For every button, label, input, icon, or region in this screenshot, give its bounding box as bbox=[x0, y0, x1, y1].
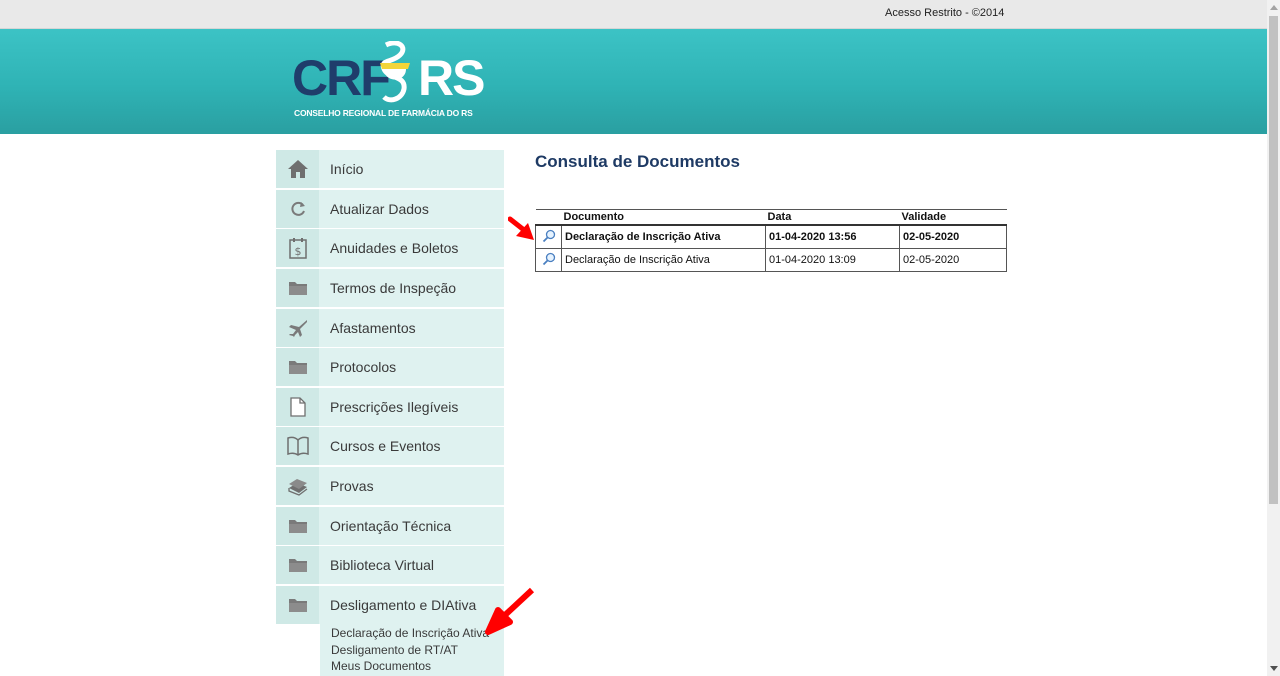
caduceus-icon bbox=[380, 41, 410, 103]
folder-icon bbox=[276, 268, 319, 307]
sidebar-item-cursos-eventos[interactable]: Cursos e Eventos bbox=[276, 427, 504, 466]
sidebar-item-label: Termos de Inspeção bbox=[330, 279, 457, 296]
refresh-icon bbox=[276, 189, 319, 228]
cell-data: 01-04-2020 13:09 bbox=[765, 248, 900, 272]
sidebar-item-label: Biblioteca Virtual bbox=[330, 557, 435, 574]
sidebar-item-termos-inspecao[interactable]: Termos de Inspeção bbox=[276, 268, 504, 307]
magnifier-icon[interactable] bbox=[542, 252, 556, 266]
red-arrow-annotation-table bbox=[508, 216, 534, 240]
submenu-link-meus-documentos[interactable]: Meus Documentos bbox=[331, 658, 504, 675]
home-icon bbox=[276, 150, 319, 188]
column-header-validade: Validade bbox=[899, 209, 1007, 225]
sidebar-item-inicio[interactable]: Início bbox=[276, 150, 504, 188]
column-header-data: Data bbox=[765, 209, 900, 225]
folder-icon bbox=[276, 586, 319, 625]
sidebar-item-anuidades-boletos[interactable]: $ Anuidades e Boletos bbox=[276, 229, 504, 268]
sidebar-menu: Início Atualizar Dados $ Anuidades e Bol… bbox=[276, 150, 504, 626]
folder-icon bbox=[276, 546, 319, 585]
documents-table: Documento Data Validade Declaração de In… bbox=[535, 209, 1007, 272]
submenu-link-declaracao-inscricao-ativa[interactable]: Declaração de Inscrição Ativa bbox=[331, 625, 504, 642]
scrollbar-thumb[interactable] bbox=[1269, 16, 1278, 504]
crf-rs-logo[interactable]: CRF RS CONSELHO REGIONAL DE FARMÁCIA DO … bbox=[290, 41, 485, 121]
sidebar-item-label: Provas bbox=[330, 478, 374, 495]
table-row[interactable]: Declaração de Inscrição Ativa 01-04-2020… bbox=[535, 224, 1007, 249]
scroll-up-icon[interactable] bbox=[1270, 5, 1278, 10]
folder-icon bbox=[276, 506, 319, 545]
sidebar-item-label: Atualizar Dados bbox=[330, 200, 429, 217]
svg-text:$: $ bbox=[294, 245, 301, 258]
calendar-dollar-icon: $ bbox=[276, 229, 319, 268]
sidebar-item-afastamentos[interactable]: Afastamentos bbox=[276, 308, 504, 347]
sidebar-item-prescricoes-ilegiveis[interactable]: Prescrições Ilegíveis bbox=[276, 387, 504, 426]
cell-validade: 02-05-2020 bbox=[899, 224, 1007, 249]
page-title: Consulta de Documentos bbox=[535, 152, 740, 171]
submenu-link-desligamento-rt-at[interactable]: Desligamento de RT/AT bbox=[331, 642, 504, 659]
view-document-cell[interactable] bbox=[535, 224, 562, 249]
sidebar-item-label: Protocolos bbox=[330, 359, 397, 376]
top-bar: Acesso Restrito - ©2014 bbox=[0, 0, 1267, 29]
cell-data: 01-04-2020 13:56 bbox=[765, 224, 900, 249]
document-icon bbox=[276, 387, 319, 426]
view-document-cell[interactable] bbox=[535, 248, 562, 272]
sidebar-item-provas[interactable]: Provas bbox=[276, 467, 504, 506]
cell-validade: 02-05-2020 bbox=[899, 248, 1007, 272]
cell-documento: Declaração de Inscrição Ativa bbox=[561, 248, 766, 272]
sidebar-item-desligamento-diativa[interactable]: Desligamento e DIAtiva bbox=[276, 586, 504, 625]
sidebar-item-label: Início bbox=[330, 161, 364, 177]
table-header-row: Documento Data Validade bbox=[535, 209, 1007, 225]
site-header: CRF RS CONSELHO REGIONAL DE FARMÁCIA DO … bbox=[0, 29, 1267, 134]
logo-subtitle: CONSELHO REGIONAL DE FARMÁCIA DO RS bbox=[294, 108, 473, 118]
column-header-documento: Documento bbox=[561, 209, 766, 225]
books-stack-icon bbox=[276, 467, 319, 506]
page-scrollbar[interactable] bbox=[1267, 0, 1280, 676]
folder-icon bbox=[276, 348, 319, 387]
sidebar-item-label: Prescrições Ilegíveis bbox=[330, 398, 459, 415]
submenu-desligamento: Declaração de Inscrição Ativa Desligamen… bbox=[320, 624, 504, 676]
sidebar-item-label: Desligamento e DIAtiva bbox=[330, 597, 477, 614]
sidebar-item-atualizar-dados[interactable]: Atualizar Dados bbox=[276, 189, 504, 228]
logo-rs-text: RS bbox=[418, 50, 485, 106]
column-header-blank bbox=[535, 209, 562, 225]
sidebar-item-orientacao-tecnica[interactable]: Orientação Técnica bbox=[276, 506, 504, 545]
magnifier-icon[interactable] bbox=[542, 229, 556, 243]
restricted-access-text: Acesso Restrito - ©2014 bbox=[885, 7, 1005, 19]
red-arrow-annotation-submenu bbox=[485, 587, 535, 635]
sidebar-item-label: Afastamentos bbox=[330, 319, 416, 336]
table-row[interactable]: Declaração de Inscrição Ativa 01-04-2020… bbox=[535, 248, 1007, 272]
sidebar-item-label: Anuidades e Boletos bbox=[330, 240, 459, 257]
sidebar-item-protocolos[interactable]: Protocolos bbox=[276, 348, 504, 387]
scroll-down-icon[interactable] bbox=[1270, 666, 1278, 671]
sidebar-item-biblioteca-virtual[interactable]: Biblioteca Virtual bbox=[276, 546, 504, 585]
book-icon bbox=[276, 427, 319, 466]
cell-documento: Declaração de Inscrição Ativa bbox=[561, 224, 766, 249]
sidebar-item-label: Cursos e Eventos bbox=[330, 438, 441, 455]
airplane-icon bbox=[276, 308, 319, 347]
sidebar-item-label: Orientação Técnica bbox=[330, 517, 452, 534]
